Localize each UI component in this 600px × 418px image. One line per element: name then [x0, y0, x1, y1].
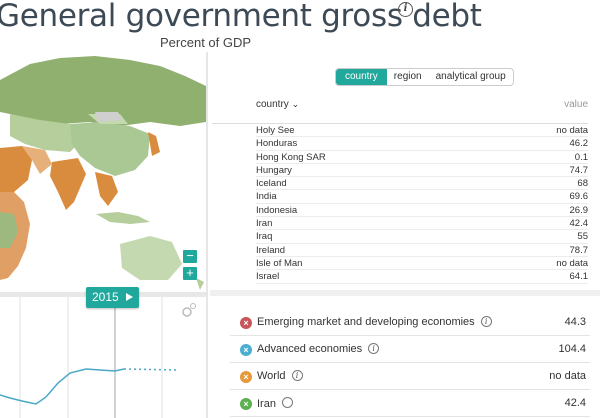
info-icon[interactable]: i	[291, 370, 303, 381]
view-toggle[interactable]: country region analytical group	[335, 68, 514, 86]
toggle-region[interactable]: region	[387, 69, 429, 85]
projection-line	[123, 368, 179, 371]
trend-icon[interactable]	[281, 397, 293, 408]
country-value: 64.1	[569, 271, 589, 283]
table-row[interactable]: Iceland 68	[256, 177, 588, 191]
remove-icon[interactable]: ×	[240, 344, 252, 356]
country-name: Hungary	[256, 164, 292, 176]
header: General government gross debt i Percent …	[0, 0, 600, 52]
chevron-down-icon[interactable]: ⌄	[292, 99, 300, 109]
trend-line	[0, 368, 125, 405]
table-legend-divider	[210, 290, 600, 296]
toggle-analytical-group[interactable]: analytical group	[429, 69, 513, 85]
comparison-name: World	[257, 370, 286, 382]
comparison-value: 44.3	[564, 316, 586, 328]
toggle-country[interactable]: country	[336, 69, 387, 85]
country-value: 42.4	[569, 218, 589, 230]
country-column-label: country	[256, 99, 289, 110]
settings-icon	[182, 307, 192, 317]
country-name: Holy See	[256, 125, 295, 136]
comparison-label: Advanced economies i	[257, 343, 380, 355]
comparison-row[interactable]: × Emerging market and developing economie…	[230, 310, 590, 336]
page-subtitle: Percent of GDP	[160, 35, 252, 50]
comparison-row[interactable]: × Iran 42.4	[230, 391, 590, 417]
remove-icon[interactable]: ×	[240, 317, 252, 329]
comparison-name: Advanced economies	[257, 343, 363, 355]
country-value: no data	[556, 125, 588, 136]
zoom-out-button[interactable]: −	[183, 249, 197, 263]
comparison-name: Emerging market and developing economies	[257, 316, 475, 328]
country-value: 46.2	[569, 138, 589, 150]
comparison-name: Iran	[257, 398, 276, 410]
country-value: no data	[556, 257, 588, 269]
timeline-svg[interactable]	[0, 297, 206, 418]
table-row[interactable]: Isle of Man no data	[256, 257, 588, 271]
remove-icon[interactable]: ×	[240, 371, 252, 383]
year-selector-button[interactable]: 2015	[86, 287, 139, 308]
info-icon[interactable]: i	[368, 343, 380, 354]
comparison-label: World i	[257, 370, 303, 382]
country-value: 74.7	[569, 164, 589, 176]
comparison-row[interactable]: × Advanced economies i 104.4	[230, 337, 590, 363]
country-name: Iceland	[256, 178, 287, 190]
map-svg[interactable]	[0, 52, 206, 292]
country-table[interactable]: Holy See no data Honduras 46.2 Hong Kong SAR…	[256, 124, 588, 284]
zoom-in-button[interactable]: +	[183, 266, 197, 280]
timeline-chart[interactable]	[0, 297, 206, 418]
table-row[interactable]: Hungary 74.7	[256, 164, 589, 178]
country-name: Iraq	[256, 231, 273, 243]
country-value: 78.7	[569, 244, 589, 256]
table-header: country ⌄ value	[256, 99, 588, 113]
remove-icon[interactable]: ×	[240, 398, 252, 410]
table-row[interactable]: Hong Kong SAR 0.1	[256, 151, 588, 164]
country-name: Iran	[256, 218, 273, 230]
comparison-value: no data	[549, 370, 586, 382]
country-name: Israel	[256, 271, 280, 283]
comparison-row[interactable]: × World i no data	[230, 364, 590, 390]
comparison-value: 42.4	[564, 397, 586, 409]
table-row[interactable]: India 69.6	[256, 190, 589, 204]
table-row[interactable]: Ireland 78.7	[256, 244, 588, 257]
country-value: 26.9	[569, 204, 589, 216]
table-row[interactable]: Holy See no data	[256, 124, 588, 138]
comparison-label: Emerging market and developing economies…	[257, 316, 492, 328]
table-row[interactable]: Iran 42.4	[256, 217, 589, 231]
year-label: 2015	[92, 290, 119, 304]
country-name: Isle of Man	[256, 257, 303, 269]
country-value: 55	[577, 231, 588, 243]
value-column-header: value	[564, 99, 588, 110]
comparison-label: Iran	[257, 397, 293, 410]
country-value: 0.1	[574, 151, 588, 163]
table-row[interactable]: Iraq 55	[256, 230, 588, 244]
comparison-value: 104.4	[558, 343, 586, 355]
country-name: Honduras	[256, 138, 298, 150]
table-row[interactable]: Honduras 46.2	[256, 137, 589, 151]
country-name: Hong Kong SAR	[256, 151, 326, 163]
info-icon[interactable]: i	[398, 2, 413, 17]
table-row[interactable]: Indonesia 26.9	[256, 204, 589, 218]
play-icon[interactable]	[126, 293, 133, 301]
world-map[interactable]: − +	[0, 52, 206, 292]
country-column-header[interactable]: country ⌄	[256, 99, 299, 110]
country-name: Ireland	[256, 244, 286, 256]
table-row[interactable]: Israel 64.1	[256, 270, 589, 284]
info-icon[interactable]: i	[480, 316, 492, 327]
country-value: 68	[577, 178, 588, 190]
country-name: India	[256, 191, 277, 203]
country-value: 69.6	[569, 191, 589, 203]
country-name: Indonesia	[256, 204, 298, 216]
panel-divider	[206, 52, 208, 418]
